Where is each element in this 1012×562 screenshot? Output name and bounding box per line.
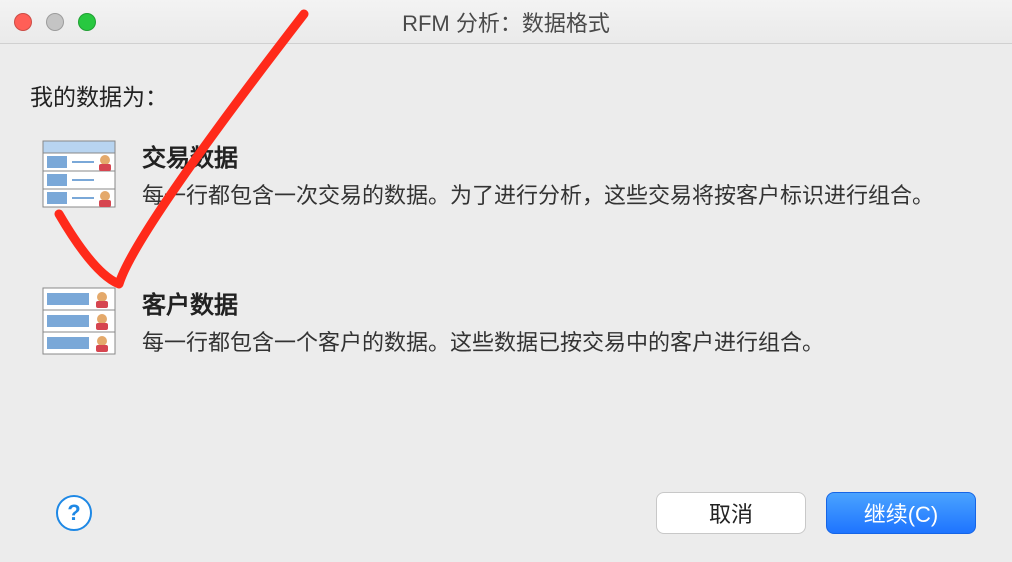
option-description: 每一行都包含一次交易的数据。为了进行分析，这些交易将按客户标识进行组合。 (142, 179, 942, 213)
options-list: 交易数据 每一行都包含一次交易的数据。为了进行分析，这些交易将按客户标识进行组合… (30, 138, 982, 360)
option-text: 客户数据 每一行都包含一个客户的数据。这些数据已按交易中的客户进行组合。 (142, 285, 982, 360)
option-customer-data[interactable]: 客户数据 每一行都包含一个客户的数据。这些数据已按交易中的客户进行组合。 (42, 285, 982, 360)
help-icon: ? (67, 500, 80, 526)
prompt-label: 我的数据为： (30, 78, 982, 112)
cancel-button-label: 取消 (709, 497, 753, 529)
transaction-data-icon (42, 138, 116, 208)
option-title: 交易数据 (142, 138, 942, 173)
option-text: 交易数据 每一行都包含一次交易的数据。为了进行分析，这些交易将按客户标识进行组合… (142, 138, 982, 213)
window-title: RFM 分析：数据格式 (0, 6, 1012, 38)
customer-data-icon (42, 285, 116, 355)
cancel-button[interactable]: 取消 (656, 492, 806, 534)
option-title: 客户数据 (142, 285, 942, 320)
continue-button[interactable]: 继续(C) (826, 492, 976, 534)
option-transaction-data[interactable]: 交易数据 每一行都包含一次交易的数据。为了进行分析，这些交易将按客户标识进行组合… (42, 138, 982, 213)
help-button[interactable]: ? (56, 495, 92, 531)
title-bar: RFM 分析：数据格式 (0, 0, 1012, 44)
dialog-content: 我的数据为： (0, 44, 1012, 562)
button-bar: ? 取消 继续(C) (0, 492, 1012, 534)
window-close-button[interactable] (14, 13, 32, 31)
option-description: 每一行都包含一个客户的数据。这些数据已按交易中的客户进行组合。 (142, 326, 942, 360)
window-zoom-button[interactable] (78, 13, 96, 31)
continue-button-label: 继续(C) (864, 497, 939, 529)
traffic-lights (14, 13, 96, 31)
window-minimize-button[interactable] (46, 13, 64, 31)
